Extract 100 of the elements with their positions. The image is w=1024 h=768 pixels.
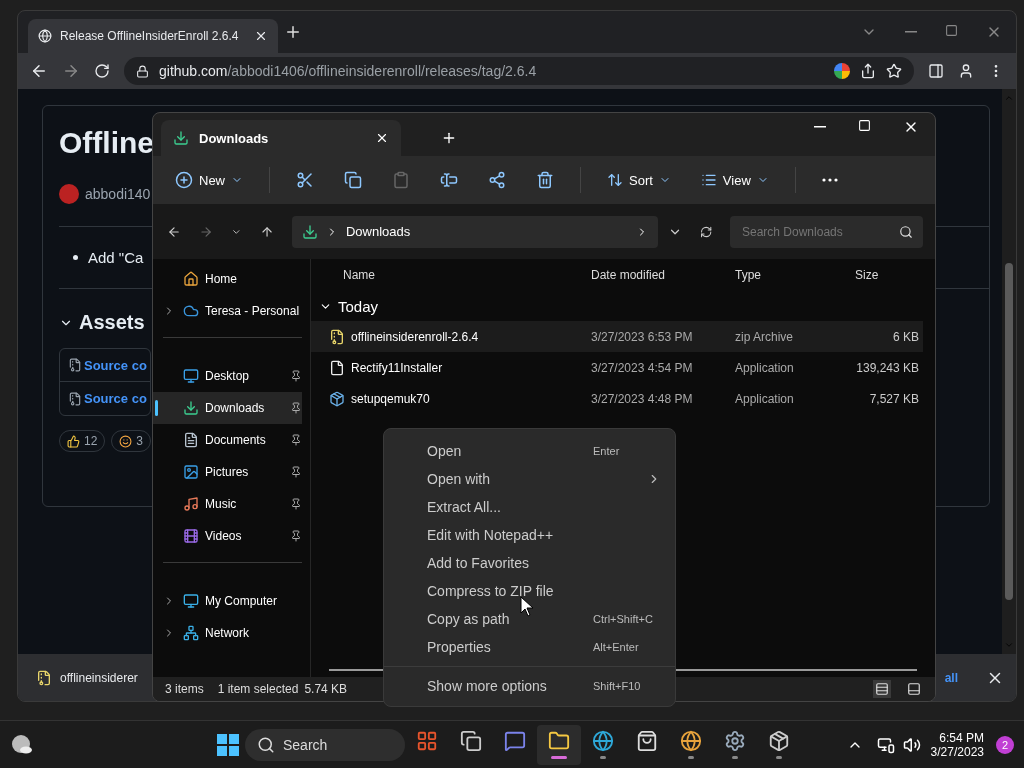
menu-item[interactable]: Open Enter <box>384 437 675 465</box>
menu-item[interactable]: Compress to ZIP file <box>384 577 675 605</box>
menu-item[interactable]: Extract All... <box>384 493 675 521</box>
type-cell-text: Application <box>735 360 795 375</box>
explorer-tab[interactable]: Downloads <box>161 120 401 156</box>
author-name: abbodi140 <box>85 186 151 202</box>
type-cell-text: Application <box>735 391 795 406</box>
tiles-view-button[interactable] <box>905 680 923 698</box>
download-file-name[interactable]: offlineinsiderer <box>60 670 138 685</box>
column-header[interactable]: Date modified <box>591 268 735 282</box>
sidebar-item[interactable]: Desktop <box>153 360 302 392</box>
sort-icon <box>607 172 623 188</box>
browser-icon <box>592 730 614 752</box>
group-header[interactable]: Today <box>311 291 923 321</box>
bullet-icon <box>73 255 78 260</box>
show-all-link[interactable]: all <box>944 670 958 685</box>
sidebar-item[interactable]: Network <box>153 617 302 649</box>
assets-heading: Assets <box>79 311 145 334</box>
sidebar-item[interactable]: Home <box>153 263 302 295</box>
menu-item[interactable]: Edit with Notepad++ <box>384 521 675 549</box>
asset-link[interactable]: Source co <box>84 391 147 406</box>
selection-size: 5.74 KB <box>304 682 348 696</box>
sidebar-item[interactable]: My Computer <box>153 585 302 617</box>
menu-item[interactable]: Add to Favorites <box>384 549 675 577</box>
scrollbar[interactable] <box>1002 89 1016 654</box>
speaker-icon <box>902 735 921 754</box>
menu-item[interactable]: Copy as path Ctrl+Shift+C <box>384 605 675 633</box>
new-tab-icon <box>284 23 302 41</box>
column-header[interactable]: Type <box>735 268 855 282</box>
side-panel-icon <box>928 63 944 79</box>
column-header[interactable]: Name <box>329 268 591 282</box>
clock-date[interactable]: 3/27/2023 <box>930 744 984 759</box>
taskbar-app-button[interactable] <box>537 724 581 765</box>
installer-icon <box>329 390 345 407</box>
network-icon <box>183 625 199 641</box>
close-icon <box>254 29 268 43</box>
sort-button[interactable]: Sort <box>603 168 675 192</box>
details-view-button[interactable] <box>873 680 891 698</box>
paste-icon <box>392 171 410 189</box>
sidebar-item[interactable]: Pictures <box>153 456 302 488</box>
sidebar-item[interactable]: Videos <box>153 520 302 552</box>
browser-tab[interactable]: Release OfflineInsiderEnroll 2.6.4 <box>28 19 278 53</box>
network-icon <box>876 735 895 754</box>
file-icon <box>329 359 345 376</box>
avatar <box>59 184 79 204</box>
windows-start-icon[interactable] <box>217 733 239 756</box>
date-cell-text: 3/27/2023 4:48 PM <box>591 391 694 406</box>
music-icon <box>183 496 199 512</box>
new-button[interactable]: New <box>171 167 247 193</box>
asset-link[interactable]: Source co <box>84 357 147 373</box>
scissors-icon <box>296 171 314 189</box>
cloud-icon <box>183 303 199 319</box>
menu-item[interactable]: Show more options Shift+F10 <box>384 672 675 700</box>
download-icon <box>301 223 318 240</box>
file-row[interactable]: Rectify11Installer 3/27/2023 4:54 PM Application 139,243 KB <box>311 352 923 383</box>
google-icon <box>834 63 850 79</box>
list-icon <box>875 682 889 696</box>
shortcut-label: Alt+Enter <box>593 641 639 653</box>
download-icon <box>173 130 189 146</box>
column-header[interactable]: Size <box>855 268 923 282</box>
sidebar-item[interactable]: Music <box>153 488 302 520</box>
file-row[interactable]: setupqemuk70 3/27/2023 4:48 PM Application 7,527 KB <box>311 383 923 414</box>
address-bar[interactable]: github.com/abbodi1406/offlineinsiderenroll/releases/tag/2.6.4 <box>124 57 914 85</box>
item-count: 3 items <box>165 682 204 696</box>
address-bar[interactable]: Downloads <box>291 215 658 248</box>
clock-time[interactable]: 6:54 PM <box>939 730 984 745</box>
file-row[interactable]: offlineinsiderenroll-2.6.4 3/27/2023 6:53 PM zip Archive 6 KB <box>311 321 923 352</box>
selection-info: 1 item selected <box>217 682 299 696</box>
view-button[interactable]: View <box>696 168 773 192</box>
browser-icon <box>680 730 702 752</box>
lock-icon <box>136 64 149 78</box>
zip-file-icon <box>68 391 82 406</box>
file-name: Rectify11Installer <box>351 360 443 375</box>
search-field[interactable]: Search Downloads <box>740 223 899 240</box>
taskbar-search[interactable]: Search <box>245 728 405 761</box>
store-icon <box>636 730 658 752</box>
list-icon <box>700 172 717 188</box>
release-note: Add "Ca <box>87 249 144 266</box>
date-cell-text: 3/27/2023 6:53 PM <box>591 329 694 344</box>
back-icon <box>30 62 48 80</box>
reload-icon <box>94 63 110 79</box>
new-tab-icon <box>441 130 457 146</box>
menu-item[interactable]: Properties Alt+Enter <box>384 633 675 661</box>
sidebar-item[interactable]: Downloads <box>153 392 302 424</box>
sidebar-item[interactable]: Teresa - Personal <box>153 295 302 327</box>
search-box[interactable]: Search Downloads <box>730 215 923 248</box>
chat-icon <box>504 730 526 752</box>
star-icon <box>886 63 902 79</box>
pin-icon <box>290 434 302 446</box>
notification-badge[interactable]: 2 <box>996 735 1014 754</box>
share-icon <box>488 171 506 189</box>
sidebar-item[interactable]: Documents <box>153 424 302 456</box>
folder-icon <box>548 730 570 752</box>
home-icon <box>183 271 199 287</box>
menu-item[interactable]: Open with <box>384 465 675 493</box>
mouse-pointer-icon <box>520 596 534 617</box>
profile-icon <box>958 63 974 79</box>
shortcut-label: Ctrl+Shift+C <box>593 613 653 625</box>
trash-icon <box>536 171 554 189</box>
size-cell: 139,243 KB <box>855 360 919 375</box>
